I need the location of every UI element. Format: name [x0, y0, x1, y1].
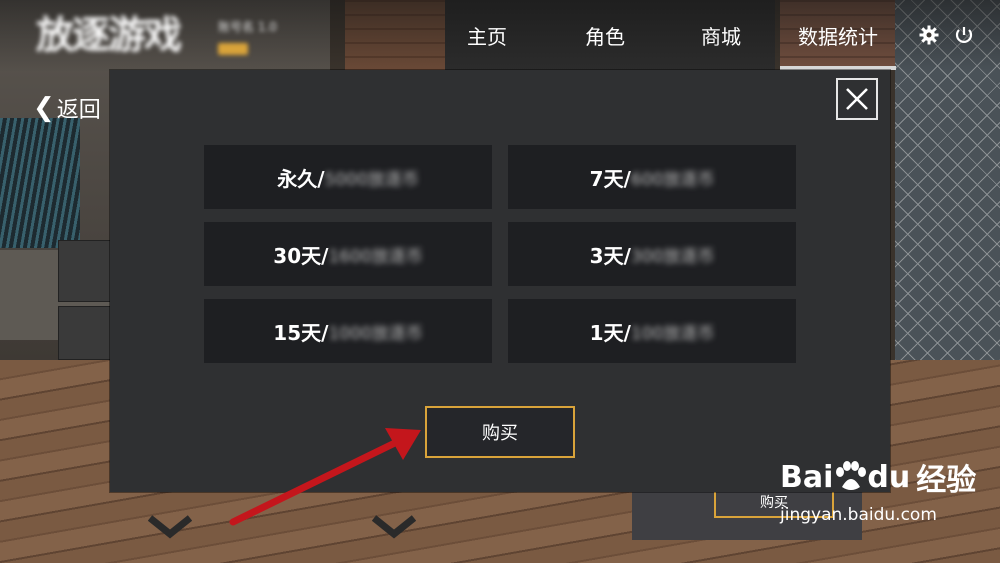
nav-character[interactable]: 角色: [566, 0, 644, 70]
nav-shop[interactable]: 商城: [682, 0, 760, 70]
option-price: 300放逐币: [630, 246, 715, 267]
chevron-left-icon: ❮: [33, 93, 55, 123]
option-15-days[interactable]: 15天/ 1000放逐币: [204, 299, 492, 363]
option-1-day[interactable]: 1天/ 100放逐币: [508, 299, 796, 363]
side-panel: [58, 306, 112, 360]
option-price: 100放逐币: [630, 323, 715, 344]
watermark-brand: du: [867, 459, 911, 495]
game-logo: 放逐游戏: [36, 13, 182, 57]
user-badge: [218, 43, 248, 55]
power-icon[interactable]: [953, 24, 975, 46]
option-permanent[interactable]: 永久/ 5000放逐币: [204, 145, 492, 209]
user-name: 账号名 1.0: [218, 20, 277, 34]
option-duration: 15天/: [273, 320, 329, 345]
option-duration: 7天/: [589, 166, 631, 191]
background-window: [0, 118, 80, 248]
close-icon: [846, 88, 868, 110]
option-30-days[interactable]: 30天/ 1600放逐币: [204, 222, 492, 286]
nav-home[interactable]: 主页: [448, 0, 526, 70]
back-button[interactable]: ❮ 返回: [33, 92, 101, 124]
chevron-down-icon[interactable]: [148, 514, 192, 540]
annotation-arrow-icon: [229, 428, 421, 526]
watermark-url: jingyan.baidu.com: [780, 505, 937, 525]
option-price: 5000放逐币: [324, 169, 419, 190]
watermark-brand: Bai: [780, 459, 834, 495]
top-bar: 放逐游戏 账号名 1.0 主页 角色 商城 数据统计: [0, 0, 1000, 72]
option-3-days[interactable]: 3天/ 300放逐币: [508, 222, 796, 286]
nav-stats[interactable]: 数据统计: [780, 0, 896, 70]
buy-button[interactable]: 购买: [425, 406, 575, 458]
option-duration: 永久/: [277, 166, 325, 191]
option-price: 600放逐币: [630, 169, 715, 190]
option-7-days[interactable]: 7天/ 600放逐币: [508, 145, 796, 209]
user-info: 账号名 1.0: [218, 18, 277, 55]
side-panel: [58, 240, 112, 302]
option-price: 1000放逐币: [328, 323, 423, 344]
option-duration: 3天/: [589, 243, 631, 268]
option-price: 1600放逐币: [328, 246, 423, 267]
watermark-logo: Bai du 经验: [780, 455, 990, 499]
paw-icon: [836, 461, 867, 490]
option-duration: 1天/: [589, 320, 631, 345]
option-duration: 30天/: [273, 243, 329, 268]
gear-icon[interactable]: [918, 24, 940, 46]
watermark-cn: 经验: [916, 463, 977, 498]
back-label: 返回: [56, 98, 101, 123]
close-button[interactable]: [836, 78, 878, 120]
baidu-watermark: Bai du 经验 jingyan.baidu.com: [780, 455, 990, 545]
